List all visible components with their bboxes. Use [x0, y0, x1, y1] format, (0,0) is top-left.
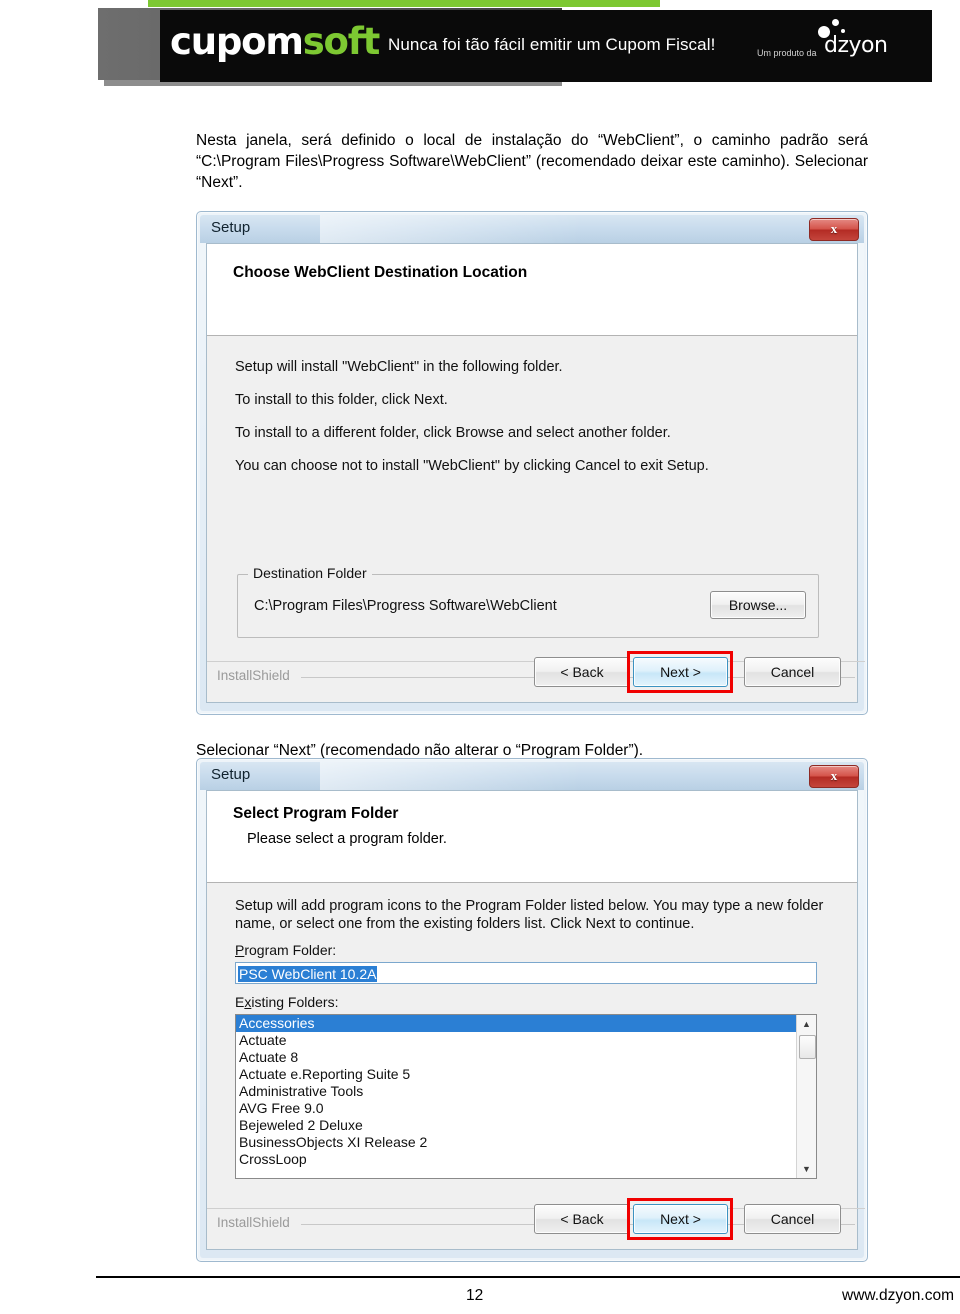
- scroll-down-icon[interactable]: ▼: [797, 1160, 816, 1178]
- dialog1-line-3: To install to a different folder, click …: [235, 425, 671, 441]
- logo-soft-text: soft: [302, 20, 381, 63]
- dialog1-titlebar: Setup x: [200, 215, 864, 243]
- dialog1-header-band: Choose WebClient Destination Location: [207, 244, 857, 336]
- list-item[interactable]: Actuate: [236, 1032, 816, 1049]
- logo-cupom-text: cupom: [170, 20, 304, 63]
- existing-folders-label-pre: E: [235, 994, 245, 1010]
- dialog1-heading: Choose WebClient Destination Location: [233, 264, 528, 281]
- cupomsoft-logo: cupomsoft: [170, 20, 381, 63]
- ydzyon-logo: dzyon: [818, 19, 888, 58]
- list-item[interactable]: Accessories: [236, 1015, 816, 1032]
- dialog2-subheading: Please select a program folder.: [247, 831, 447, 847]
- dialog1-body: Choose WebClient Destination Location Se…: [206, 243, 865, 703]
- ydzyon-company-name: dzyon: [824, 33, 888, 58]
- existing-folders-label: Existing Folders:: [235, 994, 339, 1010]
- next-button[interactable]: Next >: [633, 1204, 728, 1234]
- list-item[interactable]: Administrative Tools: [236, 1083, 816, 1100]
- list-item[interactable]: Actuate 8: [236, 1049, 816, 1066]
- list-item[interactable]: Bejeweled 2 Deluxe: [236, 1117, 816, 1134]
- destination-folder-group: Destination Folder C:\Program Files\Prog…: [237, 565, 819, 638]
- cancel-button[interactable]: Cancel: [744, 1204, 841, 1234]
- cancel-button[interactable]: Cancel: [744, 657, 841, 687]
- intro-paragraph: Nesta janela, será definido o local de i…: [196, 132, 868, 191]
- footer-website: www.dzyon.com: [842, 1287, 954, 1304]
- dialog1-line-1: Setup will install "WebClient" in the fo…: [235, 359, 563, 375]
- dialog1-button-row: < Back Next > Cancel: [206, 641, 858, 703]
- dialog1-line-2: To install to this folder, click Next.: [235, 392, 448, 408]
- ydzyon-dot-medium-icon: [832, 19, 839, 26]
- list-item[interactable]: Actuate e.Reporting Suite 5: [236, 1066, 816, 1083]
- titlebar-sheen: [320, 215, 580, 243]
- dialog2-line-1: Setup will add program icons to the Prog…: [235, 898, 824, 914]
- banner-produced-by-label: Um produto da: [757, 48, 817, 58]
- setup-dialog-select-program-folder: Setup x Select Program Folder Please sel…: [196, 758, 868, 1262]
- program-folder-label-mnemonic: P: [235, 942, 245, 958]
- next-button[interactable]: Next >: [633, 657, 728, 687]
- program-folder-input-value: PSC WebClient 10.2A: [238, 966, 378, 982]
- program-folder-input[interactable]: PSC WebClient 10.2A: [235, 962, 817, 984]
- program-folder-label-text: rogram Folder:: [244, 942, 337, 958]
- dialog2-heading: Select Program Folder: [233, 805, 399, 822]
- back-button[interactable]: < Back: [534, 657, 630, 687]
- list-item[interactable]: BusinessObjects XI Release 2: [236, 1134, 816, 1151]
- page-header-banner: cupomsoft Nunca foi tão fácil emitir um …: [0, 0, 960, 96]
- destination-folder-legend: Destination Folder: [248, 565, 372, 581]
- dialog2-body: Select Program Folder Please select a pr…: [206, 790, 865, 1250]
- browse-button[interactable]: Browse...: [710, 591, 806, 619]
- titlebar-sheen: [320, 762, 580, 790]
- program-folder-label: Program Folder:: [235, 942, 336, 958]
- dialog1-line-4: You can choose not to install "WebClient…: [235, 458, 709, 474]
- destination-folder-path: C:\Program Files\Progress Software\WebCl…: [254, 598, 557, 614]
- dialog2-titlebar: Setup x: [200, 762, 864, 790]
- page-number: 12: [466, 1287, 484, 1304]
- scrollbar-thumb[interactable]: [799, 1035, 816, 1059]
- existing-folders-list: Accessories Actuate Actuate 8 Actuate e.…: [236, 1015, 816, 1168]
- list-item[interactable]: CrossLoop: [236, 1151, 816, 1168]
- close-icon[interactable]: x: [809, 218, 859, 241]
- list-item[interactable]: AVG Free 9.0: [236, 1100, 816, 1117]
- existing-folders-label-text: isting Folders:: [251, 994, 339, 1010]
- dialog2-line-2: name, or select one from the existing fo…: [235, 916, 695, 932]
- dialog1-title: Setup: [211, 219, 251, 236]
- listbox-scrollbar[interactable]: ▲ ▼: [796, 1015, 816, 1178]
- close-icon[interactable]: x: [809, 765, 859, 788]
- footer-divider: [96, 1276, 960, 1278]
- green-accent-bar: [148, 0, 660, 7]
- dialog2-button-row: < Back Next > Cancel: [206, 1188, 858, 1250]
- dialog2-title: Setup: [211, 766, 251, 783]
- banner-tagline: Nunca foi tão fácil emitir um Cupom Fisc…: [388, 35, 716, 54]
- existing-folders-listbox[interactable]: Accessories Actuate Actuate 8 Actuate e.…: [235, 1014, 817, 1179]
- setup-dialog-destination-location: Setup x Choose WebClient Destination Loc…: [196, 211, 868, 715]
- dialog2-header-band: Select Program Folder Please select a pr…: [207, 791, 857, 883]
- back-button[interactable]: < Back: [534, 1204, 630, 1234]
- scroll-up-icon[interactable]: ▲: [797, 1015, 816, 1033]
